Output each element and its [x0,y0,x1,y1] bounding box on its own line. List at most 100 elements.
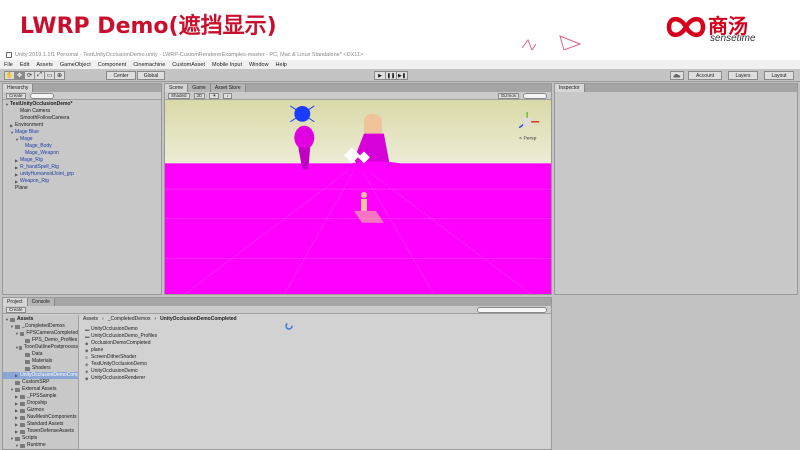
hierarchy.items-item[interactable]: Mage_Weapon [3,150,161,157]
menu-cinemachine[interactable]: Cinemachine [133,62,165,68]
tab-inspector[interactable]: Inspector [555,84,585,92]
project.tree-item[interactable]: ▶UnityOcclusionDemoCompleted [3,372,78,379]
cloud-button[interactable] [670,71,684,80]
expand-right-icon[interactable]: ▶ [15,372,18,379]
pivot-center-label: Center [113,72,129,79]
step-button[interactable]: ▶❚ [396,71,408,80]
project.tree-item[interactable]: CustomSRP [3,379,78,386]
project.tree-label: Assets [17,316,34,322]
project-create-button[interactable]: Create [6,306,26,313]
pivot-global-button[interactable]: Global [137,71,165,80]
project.tree-item[interactable]: ▶ Gizmos [3,407,78,414]
shading-mode-dropdown[interactable]: Shaded [168,92,190,99]
project.tree-item[interactable]: ▼ Runtime [3,442,78,449]
project-file-label: ScreenDitherShader [91,354,137,360]
project-file-item[interactable]: ◆ UnityOcclusionRenderer [85,375,157,382]
project.tree-item[interactable]: ▼ Assets [3,316,78,323]
layers-dropdown[interactable]: Layers [728,71,758,80]
scene-search-input[interactable] [523,92,547,99]
tab-console[interactable]: Console [27,298,55,306]
hierarchy-tabbar: Hierarchy [3,84,161,92]
project-file-label: OcclusionDemoCompleted [91,340,151,346]
window-title: Unity 2019.1.1f1 Personal - TestUnityOcc… [15,52,364,58]
hierarchy.items-item[interactable]: Main Camera [3,108,161,115]
breadcrumb-assets[interactable]: Assets [83,316,98,322]
tab-game[interactable]: Game [188,84,211,92]
project-breadcrumb: Assets › _CompletedDemos › UnityOcclusio… [83,315,237,323]
sensetime-logo: 商汤 sensetime [666,10,786,44]
project-file-item[interactable]: ◆ OcclusionDemoCompleted [85,340,157,347]
project-file-list: ▬ UnityOcclusionDemo ▬ UnityOcclusionDemo_P… [85,325,157,382]
lighting-toggle[interactable]: ☀ [209,92,220,99]
menu-component[interactable]: Component [98,62,126,68]
project.tree-item[interactable]: ▶ Dropship [3,400,78,407]
expand-down-icon[interactable]: ▼ [15,330,20,337]
hierarchy.items-item[interactable]: Mage_Body [3,143,161,150]
hierarchy.items-item[interactable]: ▶ Mage_Rig [3,157,161,164]
project-file-item[interactable]: ◆ plane [85,347,157,354]
audio-toggle[interactable]: ♪ [223,92,232,99]
project.tree-item[interactable]: ▼ Scripts [3,435,78,442]
hierarchy.items-item[interactable]: ▼ TestUnityOcclusionDemo* [3,101,161,108]
mode-2d-toggle[interactable]: 2D [193,92,206,99]
project.tree-item[interactable]: FPS_Demo_Profiles [3,337,78,344]
menu-window[interactable]: Window [249,62,269,68]
hierarchy.items-label: Mage_Weapon [25,150,59,156]
hierarchy-create-button[interactable]: Create [6,92,26,99]
breadcrumb-completed-demos[interactable]: _CompletedDemos [108,316,151,322]
layout-dropdown[interactable]: Layout [764,71,794,80]
menu-mobile-input[interactable]: Mobile Input [212,62,242,68]
project.tree-item[interactable]: ▼ FPSCameraCompleted [3,330,78,337]
hierarchy.items-item[interactable]: ▼ Mage [3,136,161,143]
project.tree-item[interactable]: ▶ NavMeshComponents [3,414,78,421]
project.tree-item[interactable]: ▶ _FPSSample [3,393,78,400]
layers-label: Layers [735,72,751,79]
scene-viewport[interactable]: < Persp [165,100,551,294]
folder-icon [19,331,25,336]
tab-project[interactable]: Project [3,298,28,306]
project-file-item[interactable]: S ScreenDitherShader [85,354,157,361]
project.tree-item[interactable]: Materials [3,358,78,365]
project.tree-item[interactable]: ▼ External Assets [3,386,78,393]
tab-scene[interactable]: Scene [165,84,189,92]
menu-help[interactable]: Help [276,62,287,68]
project.tree-item[interactable]: Data [3,351,78,358]
hierarchy.items-item[interactable]: ▼ Mage Blue [3,129,161,136]
project-file-item[interactable]: ◈ UnityOcclusionDemo [85,368,157,375]
project-file-item[interactable]: ◈ TestUnityOcclusionDemo [85,361,157,368]
hierarchy.items-item[interactable]: Plane [3,185,161,192]
hierarchy.items-item[interactable]: ▶ R_handSpell_Rig [3,164,161,171]
tab-hierarchy[interactable]: Hierarchy [3,84,34,92]
hierarchy-search-input[interactable] [29,92,54,99]
breadcrumb-occlusion-demo[interactable]: UnityOcclusionDemoCompleted [160,316,236,322]
project.tree-item[interactable]: ▶ TowerDefenseAssets [3,428,78,435]
menu-gameobject[interactable]: GameObject [60,62,91,68]
pivot-center-button[interactable]: Center [106,71,136,80]
menu-file[interactable]: File [4,62,13,68]
hierarchy.items-item[interactable]: SmoothFollowCamera [3,115,161,122]
project.tree-item[interactable]: ▶ Standard Assets [3,421,78,428]
menu-edit[interactable]: Edit [20,62,29,68]
folder-icon [20,408,25,413]
menu-customasset[interactable]: CustomAsset [172,62,205,68]
transform-tool-icon[interactable]: ⊕ [54,71,65,80]
layout-label: Layout [771,72,787,79]
hierarchy.items-item[interactable]: ▶ Weapon_Rig [3,178,161,185]
scene-tabbar: Scene Game Asset Store [165,84,551,92]
project.tree-item[interactable]: ▼ _CompletedDemos [3,323,78,330]
hierarchy.items-item[interactable]: ▶ unityHumanoidJoint_grp [3,171,161,178]
project-file-item[interactable]: ▬ UnityOcclusionDemo [85,326,157,333]
project.tree-item[interactable]: Shaders [3,365,78,372]
hierarchy.items-label: TestUnityOcclusionDemo* [10,101,73,107]
project-file-item[interactable]: ▬ UnityOcclusionDemo_Profiles [85,333,157,340]
hierarchy.items-label: unityHumanoidJoint_grp [20,171,74,177]
main-toolbar: ✋ ✥ ⟳ ⤢ ▭ ⊕ Center Global ▶ ❚❚ ▶❚ Accoun… [0,69,800,82]
menu-assets[interactable]: Assets [36,62,53,68]
gizmos-dropdown[interactable]: Gizmos [497,92,519,99]
account-dropdown[interactable]: Account [688,71,722,80]
project-search-input[interactable] [477,306,547,313]
project.tree-item[interactable]: ▼ ToonOutlinePostprocess [3,344,78,351]
hierarchy.items-item[interactable]: ▶ Environment [3,122,161,129]
inspector-panel: Inspector [554,83,798,295]
tab-asset-store[interactable]: Asset Store [210,84,246,92]
